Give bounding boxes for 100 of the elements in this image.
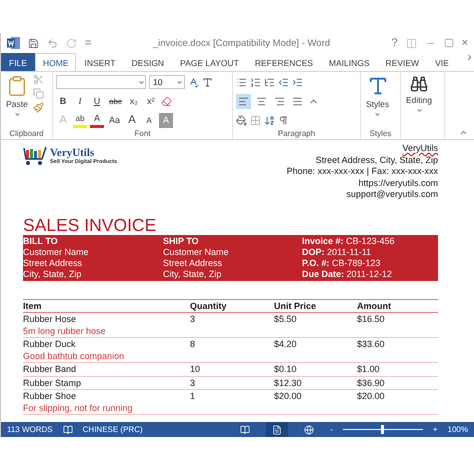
table-cell-text: 10 bbox=[190, 364, 202, 376]
info-text: DOP: 2011-11-11 bbox=[302, 246, 372, 258]
info-text: Customer Name bbox=[23, 246, 90, 258]
company-info-line: VeryUtils bbox=[402, 143, 438, 154]
caret-icon bbox=[416, 107, 422, 114]
print-layout-icon[interactable] bbox=[266, 422, 288, 437]
item-note: For slipping, not for running bbox=[23, 402, 133, 414]
format-button[interactable]: x² bbox=[144, 94, 158, 108]
group-label: Font bbox=[133, 128, 152, 139]
collapse-ribbon-icon[interactable] bbox=[459, 128, 468, 137]
window-title: _invoice.docx [Compatibility Mode] - Word bbox=[152, 38, 332, 48]
font-name-field[interactable] bbox=[56, 75, 146, 89]
column-header: Quantity bbox=[190, 300, 228, 312]
company-info-line: Street Address, City, State, Zip bbox=[316, 154, 438, 166]
format-button[interactable]: Aa bbox=[107, 112, 122, 128]
group-label: Clipboard bbox=[8, 128, 45, 139]
item-note: Good bathtub companion bbox=[23, 350, 124, 362]
table-cell-text: $0.10 bbox=[274, 364, 298, 376]
decrease-indent-icon[interactable] bbox=[278, 76, 289, 88]
editing-button[interactable]: Editing bbox=[404, 74, 434, 139]
format-button[interactable]: A bbox=[125, 112, 140, 128]
group-label: Paragraph bbox=[276, 128, 316, 139]
company-info-line: support@veryutils.com bbox=[346, 189, 438, 200]
table-cell-text: 8 bbox=[190, 339, 196, 350]
format-button[interactable]: U bbox=[90, 94, 104, 108]
customize-toolbar-button[interactable]: = bbox=[85, 38, 92, 48]
font-size-field[interactable]: 10 bbox=[149, 75, 185, 89]
zoom-slider-thumb[interactable] bbox=[381, 425, 384, 434]
format-button[interactable]: I bbox=[73, 94, 87, 108]
info-text: Customer Name bbox=[163, 246, 230, 258]
word-logo-icon[interactable] bbox=[7, 37, 20, 49]
ribbon-tab[interactable]: FILE bbox=[1, 53, 35, 71]
language-indicator[interactable]: CHINESE (PRC) bbox=[82, 425, 143, 434]
help-button[interactable]: ? bbox=[391, 38, 398, 48]
increase-indent-icon[interactable] bbox=[292, 76, 303, 88]
table-cell-text: Rubber Band bbox=[23, 364, 78, 376]
item-note: 5m long rubber hose bbox=[23, 326, 106, 337]
caret-icon bbox=[138, 78, 145, 86]
table-cell-text: Rubber Hose bbox=[23, 314, 78, 326]
table-cell-text: $33.60 bbox=[357, 339, 386, 350]
styles-button[interactable]: Styles bbox=[364, 74, 392, 128]
format-painter-icon[interactable] bbox=[33, 102, 44, 113]
align-left-icon[interactable] bbox=[236, 94, 251, 108]
clear-formatting-icon[interactable] bbox=[160, 96, 172, 106]
format-button[interactable]: abc bbox=[107, 94, 124, 108]
ribbon-tab[interactable]: HOME bbox=[34, 53, 76, 71]
info-text: SHIP TO bbox=[163, 236, 200, 246]
word-count[interactable]: 113 WORDS bbox=[7, 425, 53, 434]
table-cell-text: $20.00 bbox=[357, 391, 386, 402]
table-cell-text: $36.90 bbox=[357, 378, 386, 389]
table-cell-text: $12.30 bbox=[274, 378, 303, 389]
column-header: Item bbox=[23, 300, 43, 312]
table-cell-text: Rubber Shoe bbox=[23, 391, 78, 402]
undo-icon[interactable] bbox=[47, 38, 58, 48]
caret-icon bbox=[176, 78, 183, 86]
maximize-icon[interactable] bbox=[444, 38, 454, 48]
table-cell-text: $5.50 bbox=[274, 314, 298, 326]
close-button[interactable]: × bbox=[462, 38, 468, 48]
info-text: Invoice #: CB-123-456 bbox=[302, 236, 396, 246]
table-cell-text: Rubber Stamp bbox=[23, 378, 82, 389]
caret-icon bbox=[374, 111, 382, 118]
table-cell-text: $1.00 bbox=[357, 364, 381, 376]
numbering-icon[interactable] bbox=[250, 76, 261, 88]
info-text: BILL TO bbox=[23, 236, 59, 246]
column-header: Amount bbox=[357, 300, 392, 312]
binoculars-icon bbox=[410, 75, 428, 93]
show-marks-icon[interactable] bbox=[278, 114, 289, 126]
format-button[interactable]: A bbox=[90, 112, 104, 128]
table-cell-text: $20.00 bbox=[274, 391, 303, 402]
zoom-in-button[interactable]: + bbox=[432, 425, 438, 434]
table-cell-text: 3 bbox=[190, 378, 196, 389]
sort-icon[interactable] bbox=[264, 114, 275, 126]
format-button[interactable]: B bbox=[56, 94, 70, 108]
multilevel-list-icon[interactable] bbox=[264, 76, 275, 88]
table-cell-text: Rubber Duck bbox=[23, 339, 77, 350]
zoom-out-button[interactable]: - bbox=[330, 425, 333, 434]
format-button[interactable]: ab bbox=[73, 112, 87, 128]
shading-icon[interactable] bbox=[236, 114, 247, 126]
clipboard-icon bbox=[6, 75, 28, 97]
info-text: Street Address bbox=[23, 258, 84, 268]
scroll-tabs-icon[interactable] bbox=[465, 53, 474, 62]
company-info-line: Phone: xxx-xxx-xxx | Fax: xxx-xxx-xxx bbox=[286, 166, 438, 178]
info-text: Street Address bbox=[163, 258, 224, 268]
save-icon[interactable] bbox=[28, 38, 39, 48]
logo-name: VeryUtils bbox=[50, 148, 96, 158]
caret-icon bbox=[14, 111, 20, 118]
cart-logo-icon bbox=[23, 146, 47, 166]
group-label: Styles bbox=[368, 128, 392, 139]
info-text: Due Date: 2011-12-12 bbox=[302, 268, 393, 280]
format-button[interactable]: x₂ bbox=[126, 94, 141, 108]
table-cell-text: $4.20 bbox=[274, 339, 298, 350]
zoom-percent[interactable]: 100% bbox=[448, 425, 468, 434]
info-text: P.O. #: CB-789-123 bbox=[302, 258, 382, 268]
column-header: Unit Price bbox=[274, 300, 318, 312]
paste-button[interactable]: Paste bbox=[4, 74, 30, 128]
info-text: City, State, Zip bbox=[163, 268, 222, 280]
format-button[interactable]: A bbox=[142, 112, 156, 128]
company-info-line: https://veryutils.com bbox=[358, 178, 438, 189]
table-cell-text: 3 bbox=[190, 314, 196, 326]
info-text: City, State, Zip bbox=[23, 268, 82, 280]
